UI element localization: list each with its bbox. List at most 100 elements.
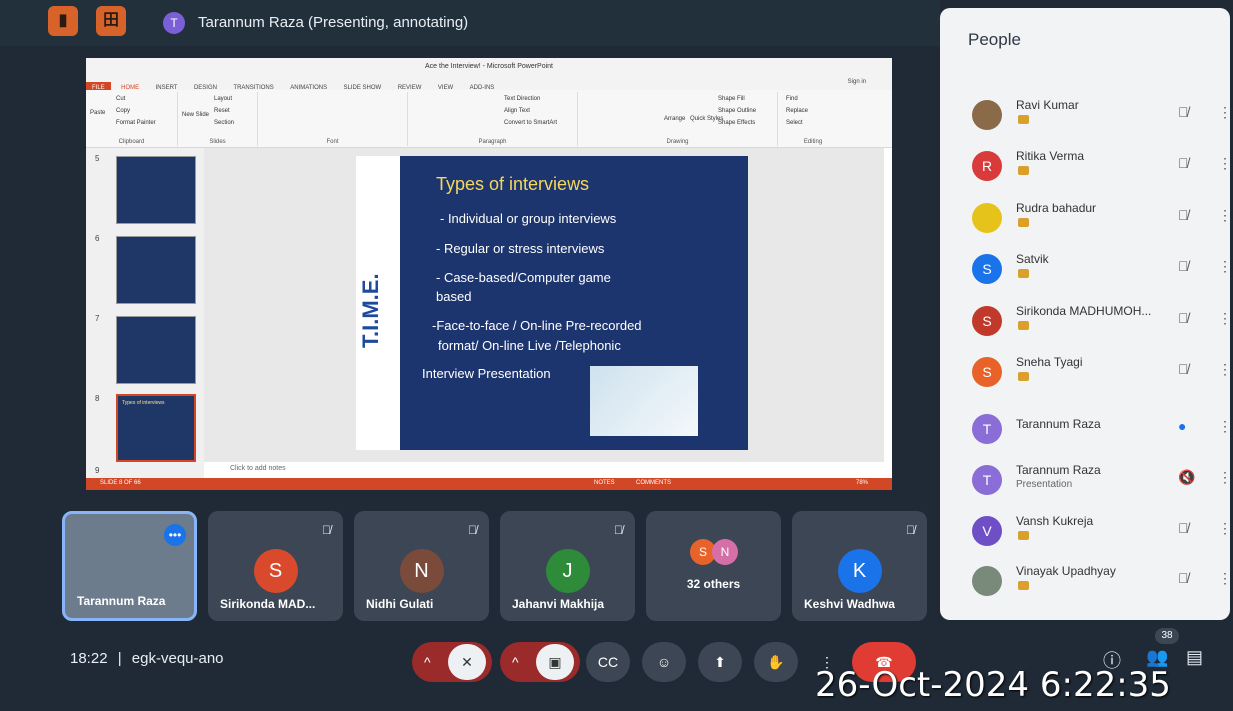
participant-tile[interactable]: 🎙̸ S Sirikonda MAD... (208, 511, 343, 621)
slide-thumbnail[interactable] (116, 156, 196, 224)
font-label: Font (326, 139, 339, 145)
participant-row[interactable]: T Tarannum Raza Presentation 🔇 ⋮ (940, 457, 1232, 507)
thumb-number: 7 (95, 314, 100, 323)
slide-thumbnail-active[interactable]: Types of interviews (116, 394, 196, 462)
sign-in-link[interactable]: Sign in (842, 76, 872, 88)
chevron-up-icon[interactable]: ^ (424, 642, 431, 682)
more-options-icon[interactable]: ••• (164, 524, 186, 546)
more-vert-icon[interactable]: ⋮ (1218, 570, 1232, 587)
badge-icon (1018, 218, 1029, 227)
participant-row[interactable]: S Sneha Tyagi 🎙̸ ⋮ (940, 349, 1232, 399)
participant-name: Rudra bahadur (1016, 201, 1097, 215)
copy-button[interactable]: Copy (116, 108, 130, 114)
participant-name: Ritika Verma (1016, 149, 1085, 163)
mic-off-icon: 🎙̸ (906, 523, 915, 537)
avatar: S (972, 306, 1002, 336)
mic-off-icon: 🎙̸ (322, 523, 331, 537)
more-vert-icon[interactable]: ⋮ (1218, 207, 1232, 224)
participant-name: Tarannum Raza (1016, 417, 1101, 431)
camera-control[interactable]: ^ ▣ (500, 642, 580, 682)
avatar: T (972, 414, 1002, 444)
meet-screen: ▮ 田 T Tarannum Raza (Presenting, annotat… (0, 0, 1233, 711)
more-vert-icon[interactable]: ⋮ (1218, 104, 1232, 121)
participant-sub: Presentation (1016, 479, 1073, 490)
participant-row[interactable]: S Satvik 🎙̸ ⋮ (940, 246, 1232, 296)
slide-bullet: - Individual or group interviews (440, 211, 617, 226)
participant-row[interactable]: T Tarannum Raza ● ⋮ (940, 406, 1232, 456)
shape-outline-button[interactable]: Shape Outline (718, 108, 756, 114)
avatar: S (972, 254, 1002, 284)
participant-row[interactable]: Rudra bahadur 🎙̸ ⋮ (940, 195, 1232, 245)
mic-control[interactable]: ^ ✕ (412, 642, 492, 682)
present-icon[interactable]: ⬆ (698, 642, 742, 682)
more-vert-icon[interactable]: ⋮ (1218, 258, 1232, 275)
more-vert-icon[interactable]: ⋮ (1218, 418, 1232, 435)
emoji-icon[interactable]: ☺ (642, 642, 686, 682)
app-icon[interactable]: ▮ (48, 6, 78, 36)
clipboard-group: Paste Cut Copy Format Painter Clipboard (86, 92, 178, 146)
participant-name: Vinayak Upadhyay (1016, 564, 1116, 578)
font-group: Font (258, 92, 408, 146)
find-button[interactable]: Find (786, 96, 798, 102)
participant-row[interactable]: Ravi Kumar 🎙̸ ⋮ (940, 92, 1232, 142)
thumb-number: 8 (95, 394, 100, 403)
avatar: S (972, 357, 1002, 387)
mic-off-icon[interactable]: ✕ (448, 644, 486, 680)
more-vert-icon[interactable]: ⋮ (1218, 469, 1232, 486)
more-icon[interactable]: ● (1178, 418, 1186, 434)
format-painter-button[interactable]: Format Painter (116, 120, 156, 126)
raise-hand-icon[interactable]: ✋ (754, 642, 798, 682)
new-slide-button[interactable]: New Slide (182, 112, 209, 118)
paste-button[interactable]: Paste (90, 110, 105, 116)
slide-bullet: based (436, 289, 472, 304)
separator: | (117, 650, 122, 667)
thumb-number: 5 (95, 154, 100, 163)
participant-tile[interactable]: 🎙̸ J Jahanvi Makhija (500, 511, 635, 621)
more-vert-icon[interactable]: ⋮ (1218, 310, 1232, 327)
align-text-button[interactable]: Align Text (504, 108, 530, 114)
arrange-button[interactable]: Arrange (664, 116, 685, 122)
comments-toggle[interactable]: COMMENTS (636, 480, 671, 486)
notes-placeholder: Click to add notes (230, 465, 286, 472)
participant-row[interactable]: R Ritika Verma 🎙̸ ⋮ (940, 143, 1232, 193)
interview-photo (590, 366, 698, 436)
chevron-up-icon[interactable]: ^ (512, 642, 519, 682)
camera-off-icon[interactable]: ▣ (536, 644, 574, 680)
participant-row[interactable]: V Vansh Kukreja 🎙̸ ⋮ (940, 508, 1232, 558)
mic-off-icon: 🎙̸ (468, 523, 477, 537)
more-vert-icon[interactable]: ⋮ (1218, 520, 1232, 537)
convert-smartart-button[interactable]: Convert to SmartArt (504, 120, 557, 126)
avatar: K (837, 549, 882, 593)
paragraph-group: Text Direction Align Text Convert to Sma… (408, 92, 578, 146)
time-logo: T.I.M.E. (358, 273, 383, 348)
text-direction-button[interactable]: Text Direction (504, 96, 540, 102)
slide-title: Types of interviews (436, 174, 590, 194)
layout-button[interactable]: Layout (214, 96, 232, 102)
tile-name: Sirikonda MAD... (220, 597, 316, 611)
participant-name: Satvik (1016, 252, 1049, 266)
shape-effects-button[interactable]: Shape Effects (718, 120, 755, 126)
slide-bullet: -Face-to-face / On-line Pre-recorded (432, 318, 642, 333)
replace-button[interactable]: Replace (786, 108, 808, 114)
shape-fill-button[interactable]: Shape Fill (718, 96, 745, 102)
layout-icon[interactable]: 田 (96, 6, 126, 36)
captions-button[interactable]: CC (586, 642, 630, 682)
others-tile[interactable]: S N 32 others (646, 511, 781, 621)
select-button[interactable]: Select (786, 120, 803, 126)
more-vert-icon[interactable]: ⋮ (1218, 361, 1232, 378)
editing-group: Find Replace Select Editing (778, 92, 848, 146)
notes-toggle[interactable]: NOTES (594, 480, 615, 486)
cut-button[interactable]: Cut (116, 96, 125, 102)
more-vert-icon[interactable]: ⋮ (1218, 155, 1232, 172)
participant-tile[interactable]: 🎙̸ K Keshvi Wadhwa (792, 511, 927, 621)
section-button[interactable]: Section (214, 120, 234, 126)
participant-row[interactable]: Vinayak Upadhyay 🎙̸ ⋮ (940, 558, 1232, 608)
avatar: J (545, 549, 590, 593)
slide-thumbnail[interactable] (116, 236, 196, 304)
notes-pane[interactable]: Click to add notes (204, 462, 884, 478)
self-tile[interactable]: ••• Tarannum Raza (62, 511, 197, 621)
participant-row[interactable]: S Sirikonda MADHUMOH... 🎙̸ ⋮ (940, 298, 1232, 348)
reset-button[interactable]: Reset (214, 108, 230, 114)
participant-tile[interactable]: 🎙̸ N Nidhi Gulati (354, 511, 489, 621)
slide-thumbnail[interactable] (116, 316, 196, 384)
